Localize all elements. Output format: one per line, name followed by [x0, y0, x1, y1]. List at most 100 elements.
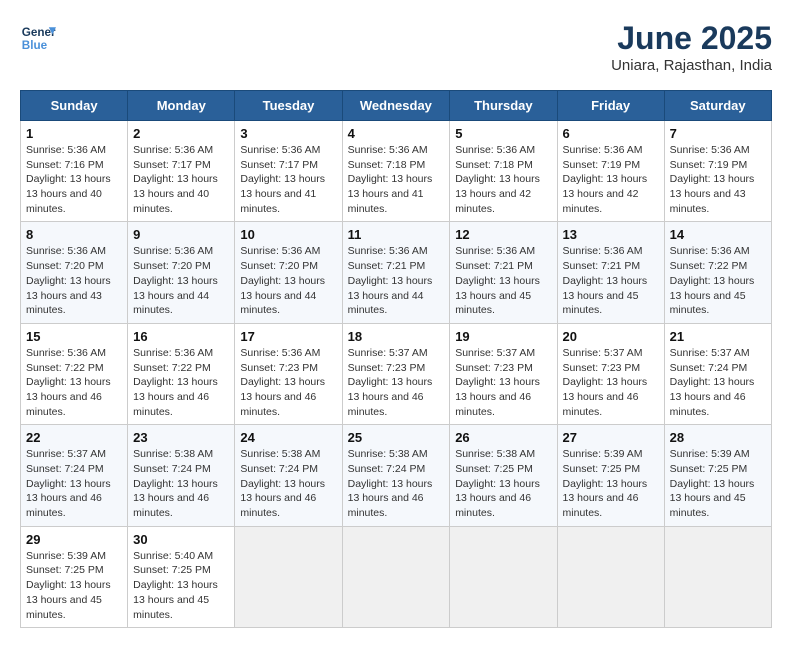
table-row: 25 Sunrise: 5:38 AMSunset: 7:24 PMDaylig…	[342, 425, 450, 526]
table-row: 15 Sunrise: 5:36 AMSunset: 7:22 PMDaylig…	[21, 323, 128, 424]
day-number: 1	[26, 126, 122, 141]
day-detail: Sunrise: 5:36 AMSunset: 7:23 PMDaylight:…	[240, 346, 336, 419]
table-row: 27 Sunrise: 5:39 AMSunset: 7:25 PMDaylig…	[557, 425, 664, 526]
calendar-week-row: 22 Sunrise: 5:37 AMSunset: 7:24 PMDaylig…	[21, 425, 772, 526]
table-row: 23 Sunrise: 5:38 AMSunset: 7:24 PMDaylig…	[128, 425, 235, 526]
day-number: 25	[348, 430, 445, 445]
table-row: 3 Sunrise: 5:36 AMSunset: 7:17 PMDayligh…	[235, 121, 342, 222]
logo: General Blue	[20, 20, 56, 56]
table-row: 18 Sunrise: 5:37 AMSunset: 7:23 PMDaylig…	[342, 323, 450, 424]
col-sunday: Sunday	[21, 91, 128, 121]
day-number: 2	[133, 126, 229, 141]
table-row: 4 Sunrise: 5:36 AMSunset: 7:18 PMDayligh…	[342, 121, 450, 222]
col-monday: Monday	[128, 91, 235, 121]
day-detail: Sunrise: 5:36 AMSunset: 7:19 PMDaylight:…	[563, 143, 659, 216]
day-detail: Sunrise: 5:36 AMSunset: 7:16 PMDaylight:…	[26, 143, 122, 216]
table-row: 29 Sunrise: 5:39 AMSunset: 7:25 PMDaylig…	[21, 526, 128, 627]
col-saturday: Saturday	[664, 91, 771, 121]
day-number: 10	[240, 227, 336, 242]
table-row: 2 Sunrise: 5:36 AMSunset: 7:17 PMDayligh…	[128, 121, 235, 222]
day-detail: Sunrise: 5:36 AMSunset: 7:18 PMDaylight:…	[455, 143, 551, 216]
table-row: 22 Sunrise: 5:37 AMSunset: 7:24 PMDaylig…	[21, 425, 128, 526]
day-detail: Sunrise: 5:39 AMSunset: 7:25 PMDaylight:…	[670, 447, 766, 520]
day-number: 24	[240, 430, 336, 445]
day-number: 26	[455, 430, 551, 445]
day-detail: Sunrise: 5:38 AMSunset: 7:24 PMDaylight:…	[240, 447, 336, 520]
month-title: June 2025	[611, 20, 772, 57]
location-title: Uniara, Rajasthan, India	[611, 57, 772, 74]
calendar-week-row: 8 Sunrise: 5:36 AMSunset: 7:20 PMDayligh…	[21, 222, 772, 323]
day-number: 15	[26, 329, 122, 344]
day-number: 19	[455, 329, 551, 344]
day-detail: Sunrise: 5:37 AMSunset: 7:23 PMDaylight:…	[563, 346, 659, 419]
logo-icon: General Blue	[20, 20, 56, 56]
title-area: June 2025 Uniara, Rajasthan, India	[611, 20, 772, 74]
day-number: 11	[348, 227, 445, 242]
day-number: 18	[348, 329, 445, 344]
day-detail: Sunrise: 5:37 AMSunset: 7:23 PMDaylight:…	[455, 346, 551, 419]
day-number: 16	[133, 329, 229, 344]
day-detail: Sunrise: 5:37 AMSunset: 7:24 PMDaylight:…	[26, 447, 122, 520]
day-detail: Sunrise: 5:36 AMSunset: 7:17 PMDaylight:…	[133, 143, 229, 216]
calendar-table: Sunday Monday Tuesday Wednesday Thursday…	[20, 90, 772, 628]
day-detail: Sunrise: 5:36 AMSunset: 7:21 PMDaylight:…	[563, 244, 659, 317]
day-detail: Sunrise: 5:36 AMSunset: 7:17 PMDaylight:…	[240, 143, 336, 216]
day-detail: Sunrise: 5:36 AMSunset: 7:22 PMDaylight:…	[670, 244, 766, 317]
table-row: 12 Sunrise: 5:36 AMSunset: 7:21 PMDaylig…	[450, 222, 557, 323]
day-number: 6	[563, 126, 659, 141]
table-row	[235, 526, 342, 627]
col-thursday: Thursday	[450, 91, 557, 121]
day-detail: Sunrise: 5:38 AMSunset: 7:24 PMDaylight:…	[133, 447, 229, 520]
day-detail: Sunrise: 5:36 AMSunset: 7:20 PMDaylight:…	[133, 244, 229, 317]
table-row	[450, 526, 557, 627]
day-number: 17	[240, 329, 336, 344]
table-row: 8 Sunrise: 5:36 AMSunset: 7:20 PMDayligh…	[21, 222, 128, 323]
table-row: 11 Sunrise: 5:36 AMSunset: 7:21 PMDaylig…	[342, 222, 450, 323]
table-row: 21 Sunrise: 5:37 AMSunset: 7:24 PMDaylig…	[664, 323, 771, 424]
table-row: 1 Sunrise: 5:36 AMSunset: 7:16 PMDayligh…	[21, 121, 128, 222]
day-detail: Sunrise: 5:36 AMSunset: 7:18 PMDaylight:…	[348, 143, 445, 216]
day-detail: Sunrise: 5:37 AMSunset: 7:23 PMDaylight:…	[348, 346, 445, 419]
day-number: 30	[133, 532, 229, 547]
table-row	[557, 526, 664, 627]
calendar-week-row: 1 Sunrise: 5:36 AMSunset: 7:16 PMDayligh…	[21, 121, 772, 222]
day-number: 7	[670, 126, 766, 141]
table-row: 14 Sunrise: 5:36 AMSunset: 7:22 PMDaylig…	[664, 222, 771, 323]
day-number: 13	[563, 227, 659, 242]
day-number: 9	[133, 227, 229, 242]
day-detail: Sunrise: 5:36 AMSunset: 7:22 PMDaylight:…	[26, 346, 122, 419]
table-row	[664, 526, 771, 627]
day-number: 3	[240, 126, 336, 141]
day-number: 29	[26, 532, 122, 547]
day-number: 28	[670, 430, 766, 445]
calendar-week-row: 15 Sunrise: 5:36 AMSunset: 7:22 PMDaylig…	[21, 323, 772, 424]
day-detail: Sunrise: 5:38 AMSunset: 7:24 PMDaylight:…	[348, 447, 445, 520]
table-row: 10 Sunrise: 5:36 AMSunset: 7:20 PMDaylig…	[235, 222, 342, 323]
day-detail: Sunrise: 5:36 AMSunset: 7:21 PMDaylight:…	[455, 244, 551, 317]
day-number: 20	[563, 329, 659, 344]
calendar-week-row: 29 Sunrise: 5:39 AMSunset: 7:25 PMDaylig…	[21, 526, 772, 627]
day-number: 27	[563, 430, 659, 445]
table-row: 9 Sunrise: 5:36 AMSunset: 7:20 PMDayligh…	[128, 222, 235, 323]
day-detail: Sunrise: 5:39 AMSunset: 7:25 PMDaylight:…	[563, 447, 659, 520]
day-detail: Sunrise: 5:36 AMSunset: 7:20 PMDaylight:…	[26, 244, 122, 317]
table-row	[342, 526, 450, 627]
day-detail: Sunrise: 5:40 AMSunset: 7:25 PMDaylight:…	[133, 549, 229, 622]
day-detail: Sunrise: 5:38 AMSunset: 7:25 PMDaylight:…	[455, 447, 551, 520]
day-detail: Sunrise: 5:36 AMSunset: 7:20 PMDaylight:…	[240, 244, 336, 317]
col-friday: Friday	[557, 91, 664, 121]
header: General Blue June 2025 Uniara, Rajasthan…	[20, 20, 772, 74]
day-detail: Sunrise: 5:37 AMSunset: 7:24 PMDaylight:…	[670, 346, 766, 419]
table-row: 19 Sunrise: 5:37 AMSunset: 7:23 PMDaylig…	[450, 323, 557, 424]
table-row: 26 Sunrise: 5:38 AMSunset: 7:25 PMDaylig…	[450, 425, 557, 526]
day-number: 8	[26, 227, 122, 242]
table-row: 13 Sunrise: 5:36 AMSunset: 7:21 PMDaylig…	[557, 222, 664, 323]
day-number: 23	[133, 430, 229, 445]
table-row: 20 Sunrise: 5:37 AMSunset: 7:23 PMDaylig…	[557, 323, 664, 424]
table-row: 16 Sunrise: 5:36 AMSunset: 7:22 PMDaylig…	[128, 323, 235, 424]
svg-text:Blue: Blue	[22, 39, 48, 52]
weekday-header-row: Sunday Monday Tuesday Wednesday Thursday…	[21, 91, 772, 121]
day-number: 4	[348, 126, 445, 141]
table-row: 24 Sunrise: 5:38 AMSunset: 7:24 PMDaylig…	[235, 425, 342, 526]
day-detail: Sunrise: 5:36 AMSunset: 7:21 PMDaylight:…	[348, 244, 445, 317]
